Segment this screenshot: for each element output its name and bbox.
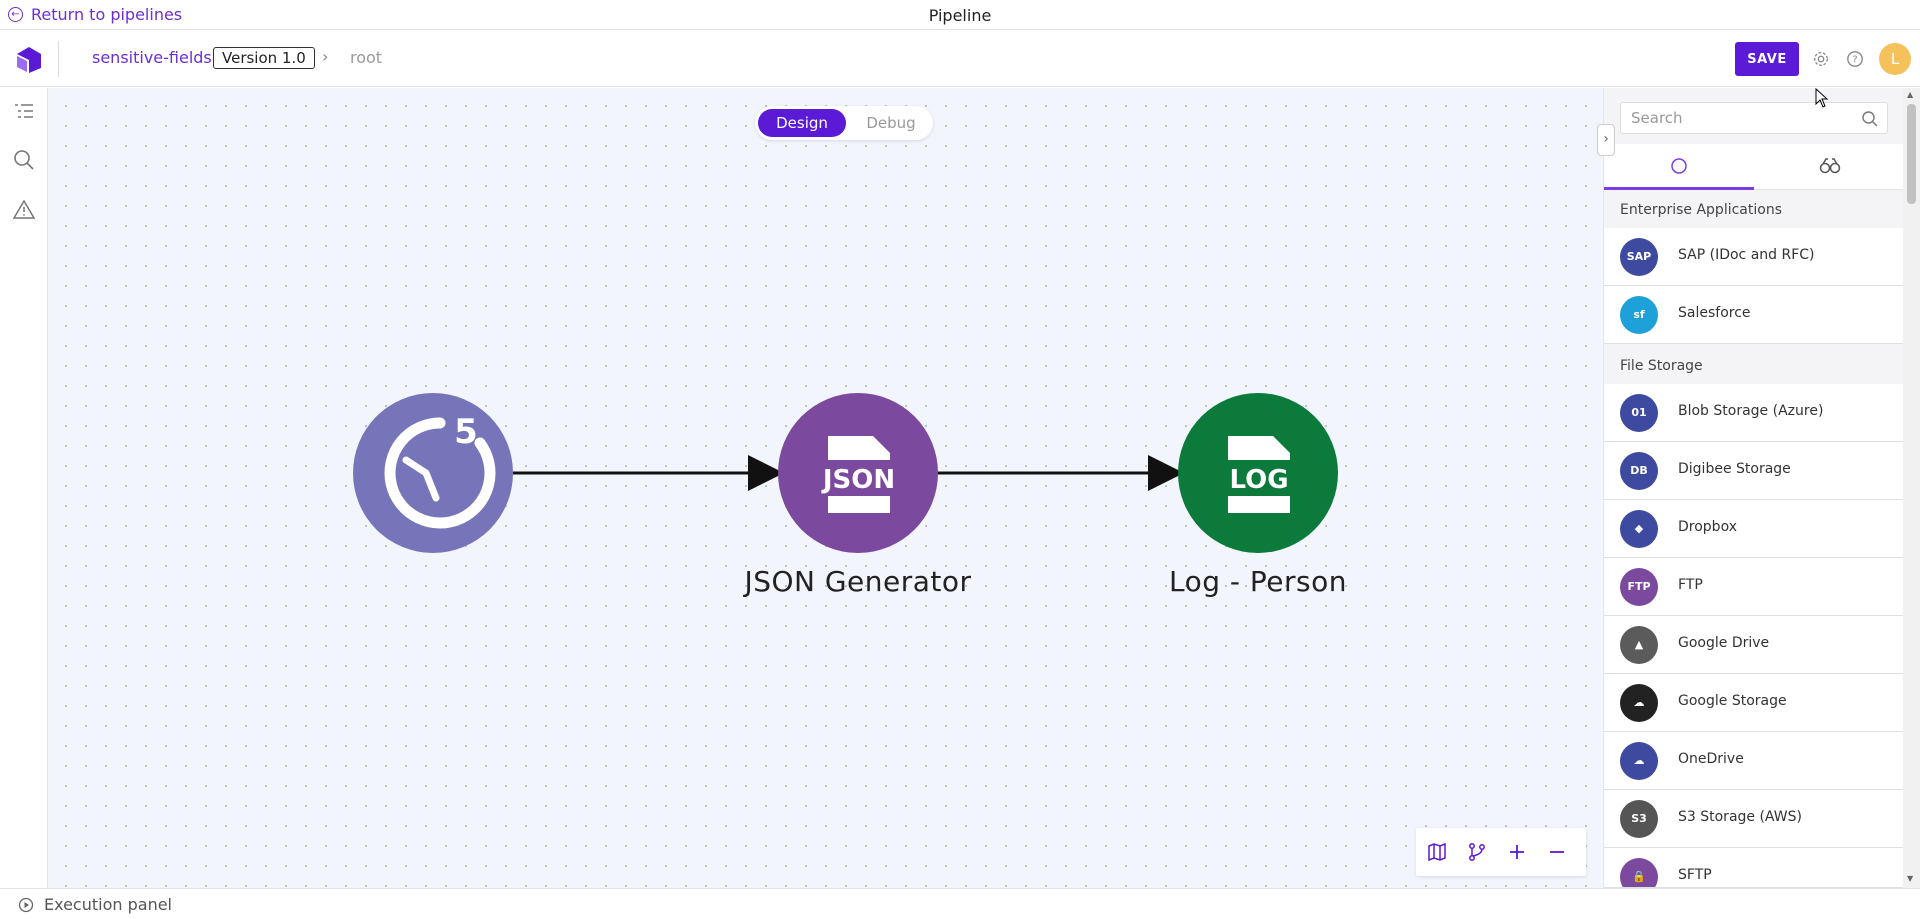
sftp-icon: 🔒 — [1620, 858, 1658, 887]
mouse-cursor-icon — [1815, 88, 1829, 108]
components-panel: Enterprise Applications SAP SAP (IDoc an… — [1603, 88, 1904, 888]
component-label: Google Storage — [1678, 693, 1787, 709]
header-divider — [58, 41, 59, 77]
chevron-right-icon: › — [322, 47, 329, 66]
map-icon[interactable] — [1426, 841, 1448, 863]
tab-components[interactable] — [1604, 144, 1754, 190]
azure-blob-icon: 01 — [1620, 394, 1658, 432]
component-label: Google Drive — [1678, 635, 1770, 651]
pipeline-canvas[interactable]: Design Debug 5 JSON LOG JSON Generator L… — [48, 88, 1603, 888]
zoom-in-icon[interactable] — [1506, 841, 1528, 863]
component-label: SFTP — [1678, 867, 1712, 883]
svg-text:JSON: JSON — [821, 465, 895, 495]
component-label: S3 Storage (AWS) — [1678, 809, 1802, 825]
user-avatar[interactable]: L — [1879, 43, 1911, 75]
component-digibee-storage[interactable]: DB Digibee Storage — [1604, 442, 1904, 500]
component-label: Digibee Storage — [1678, 461, 1791, 477]
component-label: FTP — [1678, 577, 1703, 593]
component-onedrive[interactable]: ☁ OneDrive — [1604, 732, 1904, 790]
component-s3-storage[interactable]: S3 S3 Storage (AWS) — [1604, 790, 1904, 848]
component-google-storage[interactable]: ☁ Google Storage — [1604, 674, 1904, 732]
search-icon[interactable] — [12, 148, 36, 172]
dropbox-icon: ◆ — [1620, 510, 1658, 548]
salesforce-icon: sf — [1620, 296, 1658, 334]
save-button[interactable]: SAVE — [1735, 42, 1799, 76]
group-title-file-storage: File Storage — [1620, 358, 1703, 374]
log-person-label: Log - Person — [1168, 565, 1347, 598]
header: sensitive-fields Version 1.0 › root SAVE… — [0, 31, 1920, 87]
breadcrumb-root: root — [350, 48, 383, 67]
search-box — [1620, 102, 1888, 134]
google-storage-icon: ☁ — [1620, 684, 1658, 722]
onedrive-icon: ☁ — [1620, 742, 1658, 780]
search-input[interactable] — [1631, 109, 1851, 127]
left-rail — [0, 88, 48, 888]
execution-panel-toggle[interactable]: Execution panel — [44, 895, 172, 914]
version-badge[interactable]: Version 1.0 — [213, 47, 315, 69]
aws-s3-icon: S3 — [1620, 800, 1658, 838]
google-drive-icon: ▲ — [1620, 626, 1658, 664]
component-label: Blob Storage (Azure) — [1678, 403, 1824, 419]
component-label: OneDrive — [1678, 751, 1744, 767]
sap-icon: SAP — [1620, 238, 1658, 276]
log-node[interactable]: LOG — [1178, 393, 1338, 553]
digibee-storage-icon: DB — [1620, 452, 1658, 490]
json-generator-node[interactable]: JSON — [778, 393, 938, 553]
scroll-down-icon[interactable]: ▼ — [1907, 874, 1913, 883]
tab-capsules[interactable] — [1754, 144, 1904, 190]
outline-list-icon[interactable] — [12, 100, 36, 124]
component-label: Dropbox — [1678, 519, 1737, 535]
help-icon[interactable]: ? — [1846, 50, 1864, 68]
play-circle-icon[interactable] — [18, 897, 34, 913]
component-label: SAP (IDoc and RFC) — [1678, 247, 1815, 263]
canvas-controls — [1416, 828, 1586, 876]
panel-scrollbar[interactable]: ▲ ▼ — [1903, 88, 1920, 888]
svg-text:?: ? — [1852, 55, 1857, 66]
search-icon[interactable] — [1861, 110, 1879, 128]
zoom-out-icon[interactable] — [1546, 841, 1568, 863]
pipeline-name[interactable]: sensitive-fields — [92, 48, 212, 67]
component-blob-storage[interactable]: 01 Blob Storage (Azure) — [1604, 384, 1904, 442]
pipeline-flow: 5 JSON LOG — [353, 393, 1338, 553]
branch-icon[interactable] — [1466, 841, 1488, 863]
gear-icon[interactable] — [1812, 50, 1830, 68]
binoculars-icon — [1819, 158, 1841, 174]
scroll-up-icon[interactable]: ▲ — [1907, 90, 1913, 99]
component-salesforce[interactable]: sf Salesforce — [1604, 286, 1904, 344]
trigger-badge: 5 — [454, 412, 478, 452]
trigger-node[interactable]: 5 — [353, 393, 513, 553]
component-sap[interactable]: SAP SAP (IDoc and RFC) — [1604, 228, 1904, 286]
group-title-enterprise: Enterprise Applications — [1620, 202, 1782, 218]
component-label: Salesforce — [1678, 305, 1751, 321]
scroll-thumb[interactable] — [1907, 104, 1916, 204]
component-dropbox[interactable]: ◆ Dropbox — [1604, 500, 1904, 558]
collapse-panel-button[interactable]: › — [1597, 124, 1615, 156]
warning-icon[interactable] — [12, 198, 36, 222]
bottom-bar: Execution panel — [0, 888, 1920, 919]
component-sftp[interactable]: 🔒 SFTP — [1604, 848, 1904, 888]
ftp-icon: FTP — [1620, 568, 1658, 606]
json-generator-label: JSON Generator — [744, 565, 972, 598]
panel-tabs — [1604, 144, 1904, 190]
component-ftp[interactable]: FTP FTP — [1604, 558, 1904, 616]
top-strip: ← Return to pipelines Pipeline — [0, 0, 1920, 30]
digibee-logo-icon[interactable] — [14, 45, 44, 75]
page-title: Pipeline — [928, 6, 992, 25]
circle-icon — [1671, 158, 1687, 174]
component-google-drive[interactable]: ▲ Google Drive — [1604, 616, 1904, 674]
svg-text:LOG: LOG — [1229, 465, 1288, 495]
